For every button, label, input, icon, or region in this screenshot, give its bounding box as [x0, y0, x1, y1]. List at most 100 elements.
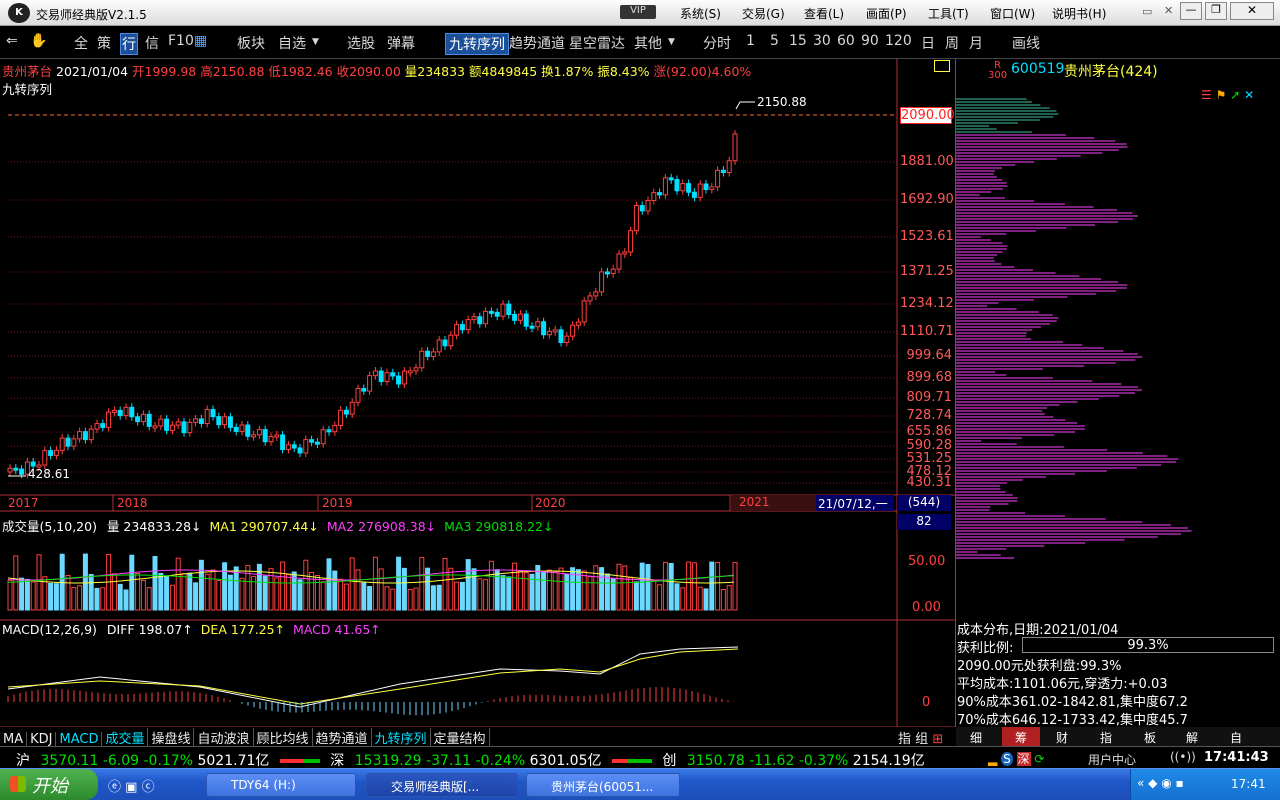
tab-guppy[interactable]: 顾比均线	[254, 728, 313, 747]
toolbar-sector[interactable]: 板块	[237, 33, 265, 53]
period-120[interactable]: 120	[885, 33, 912, 49]
task-trader[interactable]: 交易师经典版[...	[366, 773, 518, 797]
volume-bar	[320, 581, 326, 611]
restore-small-icon[interactable]: ▭	[1142, 5, 1152, 18]
volume-bar	[604, 573, 610, 611]
volume-bar	[309, 572, 315, 611]
toolbar-strategy[interactable]: 策	[97, 33, 111, 53]
period-week[interactable]: 周	[945, 33, 959, 53]
toolbar-watchlist[interactable]: 自选	[278, 33, 306, 53]
period-1[interactable]: 1	[746, 33, 755, 49]
tab-nine-turn[interactable]: 九转序列	[372, 728, 431, 747]
volume-bar	[24, 578, 30, 611]
volume-bar	[633, 581, 639, 611]
period-5[interactable]: 5	[770, 33, 779, 49]
tab-sector[interactable]: 板	[1144, 729, 1156, 746]
vip-badge[interactable]: VIP	[620, 5, 656, 19]
tab-quant-structure[interactable]: 定量结构	[431, 728, 490, 747]
sh-change: -6.09	[102, 753, 140, 769]
app-icon[interactable]: ▣	[125, 780, 137, 795]
volume-bar	[720, 589, 726, 611]
volume-bar	[477, 578, 483, 611]
toolbar-radar[interactable]: 星空雷达	[569, 33, 625, 53]
tab-auto-wave[interactable]: 自动波浪	[194, 728, 254, 747]
tab-self[interactable]: 自	[1230, 729, 1242, 746]
windows-logo-icon	[10, 776, 26, 792]
tray-arrow-icon[interactable]: «	[1137, 776, 1144, 790]
deep-icon[interactable]: 深	[1016, 752, 1031, 766]
menu-window[interactable]: 窗口(W)	[990, 5, 1035, 22]
toolbar-danmaku[interactable]: 弹幕	[387, 33, 415, 53]
user-center[interactable]: 用户中心	[1088, 751, 1136, 768]
menu-manual[interactable]: 说明书(H)	[1052, 5, 1106, 22]
year-label-2019: 2019	[322, 496, 353, 510]
tab-chips[interactable]: 筹	[1002, 727, 1040, 746]
volume-bar	[413, 587, 419, 611]
tray-app-icon[interactable]: ▪	[1176, 776, 1184, 790]
period-30[interactable]: 30	[813, 33, 831, 49]
menu-trade[interactable]: 交易(G)	[742, 5, 785, 22]
minimize-button[interactable]: —	[1180, 2, 1202, 20]
tab-volume[interactable]: 成交量	[102, 728, 149, 747]
period-intraday[interactable]: 分时	[703, 33, 731, 53]
menu-tools[interactable]: 工具(T)	[928, 5, 969, 22]
browser-icon[interactable]: ⓒ	[142, 780, 155, 795]
toolbar-all[interactable]: 全	[74, 33, 88, 53]
cursor-date: 21/07/12,一	[816, 495, 894, 511]
cy-index: 3150.78	[686, 753, 745, 769]
ie-icon[interactable]: ⓔ	[108, 780, 121, 795]
close-button[interactable]: ✕	[1230, 2, 1274, 20]
toolbar: ⇐ ✋ 全 策 行 信 F10 ▦ 板块 自选 ▼ 选股 弹幕 九转序列 趋势通…	[0, 26, 1280, 59]
volume-bar	[355, 569, 361, 611]
tab-detail[interactable]: 细	[970, 729, 982, 746]
tab-macd[interactable]: MACD	[56, 732, 103, 747]
toolbar-f10[interactable]: F10	[168, 33, 194, 49]
period-90[interactable]: 90	[861, 33, 879, 49]
refresh-icon[interactable]: ⟳	[1034, 752, 1044, 766]
toolbar-nine-turn[interactable]: 九转序列	[445, 33, 509, 55]
back-icon[interactable]: ⇐	[6, 33, 18, 49]
tab-index[interactable]: 指	[1100, 729, 1112, 746]
period-month[interactable]: 月	[969, 33, 983, 53]
signal-icon[interactable]: ▂	[988, 752, 997, 766]
menu-view[interactable]: 查看(L)	[804, 5, 844, 22]
tray-network-icon[interactable]: ◆	[1148, 776, 1157, 790]
period-day[interactable]: 日	[921, 33, 935, 53]
tab-group[interactable]: 组	[915, 732, 928, 747]
period-60[interactable]: 60	[837, 33, 855, 49]
volume-bar	[558, 567, 564, 611]
sz-change: -37.11	[426, 753, 472, 769]
tray-volume-icon[interactable]: ◉	[1161, 776, 1171, 790]
volume-bar	[123, 589, 129, 611]
toolbar-drawing[interactable]: 画线	[1012, 33, 1040, 53]
task-tdy64[interactable]: TDY64 (H:)	[206, 773, 356, 797]
cost-70: 70%成本646.12-1733.42,集中度45.7	[957, 713, 1188, 728]
toolbar-layout-icon[interactable]: ▦	[194, 33, 207, 49]
toolbar-screener[interactable]: 选股	[347, 33, 375, 53]
task-stock[interactable]: 贵州茅台(60051...	[526, 773, 680, 797]
toolbar-trend-channel[interactable]: 趋势通道	[509, 33, 565, 53]
toolbar-quote[interactable]: 行	[120, 33, 138, 55]
hand-icon[interactable]: ✋	[30, 33, 47, 49]
volume-bar	[53, 583, 59, 611]
toolbar-other[interactable]: 其他	[634, 33, 662, 53]
tab-kdj[interactable]: KDJ	[27, 732, 57, 747]
tab-ma[interactable]: MA	[0, 732, 28, 747]
toolbar-info[interactable]: 信	[145, 33, 159, 53]
tab-indicator[interactable]: 指	[898, 732, 911, 747]
s-icon[interactable]: S	[1001, 752, 1013, 766]
maximize-button[interactable]: ❐	[1205, 2, 1227, 20]
tab-finance[interactable]: 财	[1056, 729, 1068, 746]
tab-operation-line[interactable]: 操盘线	[148, 728, 195, 747]
chevron-down-icon[interactable]: ▼	[668, 37, 675, 47]
close-small-icon[interactable]: ✕	[1164, 4, 1173, 17]
add-icon[interactable]: ⊞	[932, 732, 943, 747]
tab-trend-channel[interactable]: 趋势通道	[313, 728, 372, 747]
chevron-down-icon[interactable]: ▼	[312, 37, 319, 47]
tab-explain[interactable]: 解	[1186, 729, 1198, 746]
period-15[interactable]: 15	[789, 33, 807, 49]
menu-screen[interactable]: 画面(P)	[866, 5, 907, 22]
macd-dea: DEA 177.25↑	[200, 622, 286, 637]
menu-system[interactable]: 系统(S)	[680, 5, 721, 22]
broadcast-icon[interactable]: ((•))	[1170, 750, 1196, 764]
